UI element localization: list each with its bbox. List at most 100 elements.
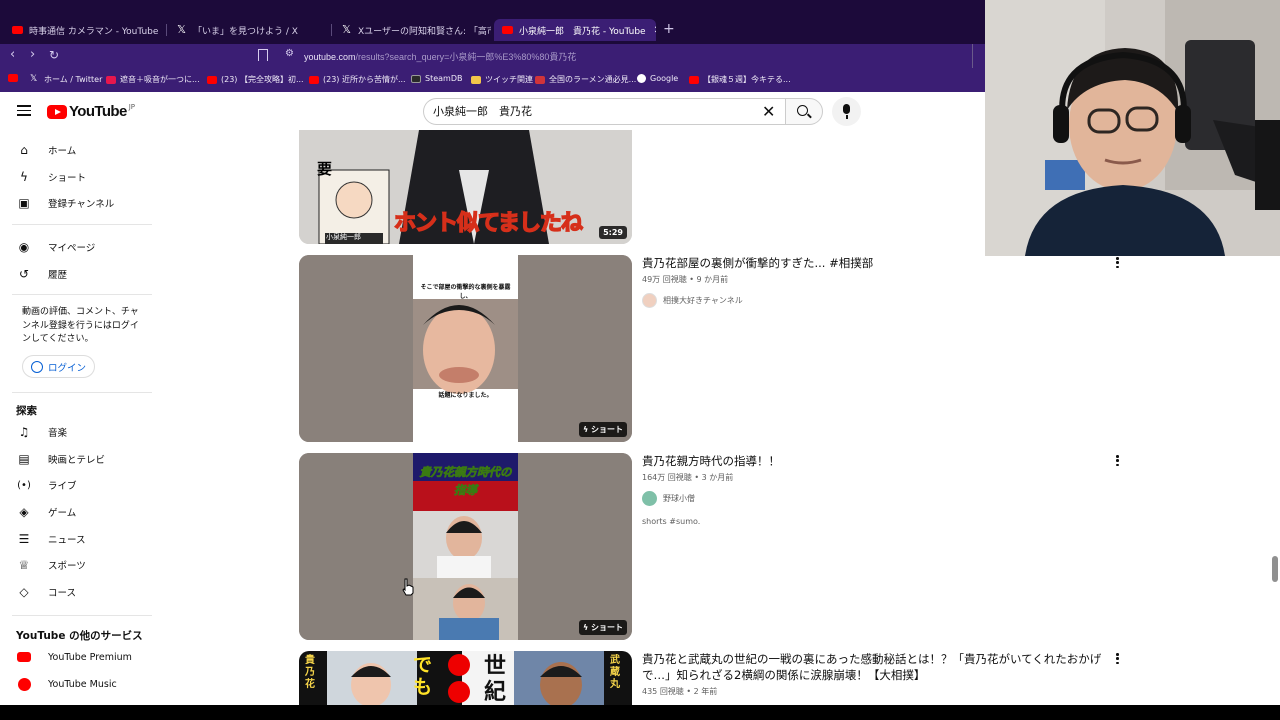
video-thumbnail[interactable]: 貴乃花親方時代の指導 ϟ ショート xyxy=(299,453,632,640)
sidebar-item-history[interactable]: ↺ 履歴 xyxy=(0,261,152,287)
taskbar-edge xyxy=(0,705,1280,720)
tab-title: 小泉純一郎 貴乃花 - YouTube xyxy=(519,26,646,37)
back-arrow-icon[interactable]: ‹ xyxy=(10,47,15,62)
clear-search-icon[interactable]: ✕ xyxy=(762,102,775,121)
video-thumbnail[interactable]: 要 小泉純一郎 ホント似てましたね 5:29 xyxy=(299,130,632,244)
view-count: 435 回視聴 xyxy=(642,687,684,696)
video-description: shorts #sumo. xyxy=(642,517,701,526)
sidebar-item-label: ホーム xyxy=(48,146,77,157)
bookmark-label: (23) 近所から苦情が... xyxy=(323,75,406,84)
sidebar-item-news[interactable]: ☰ ニュース xyxy=(0,526,152,552)
sidebar-item-label: ニュース xyxy=(48,535,86,546)
bookmark-item[interactable]: (23) 近所から苦情が... xyxy=(309,74,406,85)
sidebar-item-youtube-music[interactable]: YouTube Music xyxy=(0,671,152,697)
search-button[interactable] xyxy=(785,98,823,125)
reload-icon[interactable]: ↻ xyxy=(49,48,59,62)
sidebar-item-label: 履歴 xyxy=(48,270,68,281)
menu-icon[interactable] xyxy=(17,105,31,116)
bookmark-item[interactable] xyxy=(8,74,22,82)
sidebar-item-you[interactable]: ◉ マイページ xyxy=(0,234,152,260)
video-thumbnail[interactable]: 貴乃花 武蔵丸 でも 世紀 xyxy=(299,651,632,705)
video-title[interactable]: 貴乃花部屋の裏側が衝撃的すぎた... #相撲部 xyxy=(642,255,1102,271)
browser-tab-active[interactable]: 小泉純一郎 貴乃花 - YouTube ✕ xyxy=(494,19,656,41)
search-input[interactable] xyxy=(433,104,753,117)
shorts-badge: ϟ ショート xyxy=(578,422,627,437)
movie-icon: ▤ xyxy=(18,452,30,466)
channel-avatar xyxy=(642,293,657,308)
video-thumbnail[interactable]: そこで部屋の衝撃的な裏側を暴露し、 話題になりました。 ϟ ショート xyxy=(299,255,632,442)
sidebar-item-courses[interactable]: ◇ コース xyxy=(0,579,152,605)
sidebar-item-label: 登録チャンネル xyxy=(48,199,115,210)
url-path: /results?search_query=小泉純一郎%E3%80%80貴乃花 xyxy=(355,52,577,62)
sidebar-item-subscriptions[interactable]: ▣ 登録チャンネル xyxy=(0,190,152,216)
bookmark-item[interactable]: SteamDB xyxy=(411,74,462,83)
youtube-wordmark: YouTube xyxy=(69,103,127,120)
sidebar-item-label: YouTube Premium xyxy=(48,651,132,663)
bookmark-item[interactable]: (23) 【完全攻略】初... xyxy=(207,74,304,85)
scrollbar-thumb[interactable] xyxy=(1272,556,1278,582)
shorts-icon: ϟ xyxy=(20,170,28,184)
shop-icon xyxy=(106,75,116,84)
sidebar-item-music[interactable]: ♫ 音楽 xyxy=(0,419,152,445)
browser-tab[interactable]: 𝕏 「いま」を見つけよう / X xyxy=(168,19,330,41)
music-icon: ♫ xyxy=(18,425,30,439)
page-scrollbar[interactable] xyxy=(1270,256,1280,705)
site-info-icon[interactable]: ⚙ xyxy=(285,48,294,59)
region-label: JP xyxy=(128,103,136,111)
channel-link[interactable]: 相撲大好きチャンネル xyxy=(642,293,743,308)
channel-name: 野球小僧 xyxy=(663,494,695,503)
thumbnail-name: 貴乃花 xyxy=(305,655,315,690)
youtube-icon xyxy=(689,75,699,84)
youtube-logo[interactable]: YouTube JP xyxy=(47,103,135,120)
video-title[interactable]: 貴乃花親方時代の指導！！ xyxy=(642,453,1102,469)
upload-age: 9 か月前 xyxy=(696,275,729,284)
course-icon: ◇ xyxy=(19,585,29,599)
sidebar-item-youtube-premium[interactable]: YouTube Premium xyxy=(0,644,152,670)
video-metadata: 435 回視聴 • 2 年前 xyxy=(642,687,718,696)
browser-tab[interactable]: 𝕏 Xユーザーの阿知和賢さん: 「高市新総裁 xyxy=(333,19,491,41)
bookmark-item[interactable]: 全国のラーメン通必見... xyxy=(535,74,636,85)
history-icon: ↺ xyxy=(18,267,30,281)
sidebar-item-label: コース xyxy=(48,588,77,599)
more-options-icon[interactable] xyxy=(1116,455,1120,468)
url-host: youtube.com xyxy=(304,52,356,62)
sidebar-item-home[interactable]: ⌂ ホーム xyxy=(0,137,152,163)
trophy-icon: ♕ xyxy=(18,558,30,572)
sidebar-item-shorts[interactable]: ϟ ショート xyxy=(0,164,152,190)
screen: 時事通信 カメラマン - YouTube 𝕏 「いま」を見つけよう / X 𝕏 … xyxy=(0,0,1280,720)
sidebar-item-label: 音楽 xyxy=(48,428,68,439)
forward-arrow-icon[interactable]: › xyxy=(30,47,35,62)
bookmark-folder[interactable]: ツイッチ関連 xyxy=(471,74,533,85)
bookmark-label: 全国のラーメン通必見... xyxy=(549,75,637,84)
sidebar-item-sports[interactable]: ♕ スポーツ xyxy=(0,552,152,578)
sidebar-item-movies[interactable]: ▤ 映画とテレビ xyxy=(0,446,152,472)
browser-tab[interactable]: 時事通信 カメラマン - YouTube xyxy=(4,19,166,41)
url-field[interactable]: youtube.com/results?search_query=小泉純一郎%E… xyxy=(304,50,576,63)
x-favicon-icon: 𝕏 xyxy=(177,23,186,36)
sidebar-item-gaming[interactable]: ◈ ゲーム xyxy=(0,499,152,525)
channel-link[interactable]: 野球小僧 xyxy=(642,491,695,506)
channel-name: 相撲大好きチャンネル xyxy=(663,296,743,305)
thumbnail-text: 話題になりました。 xyxy=(438,392,493,399)
close-tab-icon[interactable]: ✕ xyxy=(654,25,656,36)
tab-title: Xユーザーの阿知和賢さん: 「高市新総裁 xyxy=(358,26,491,37)
bookmark-item[interactable]: 遮音＋吸音が一つに... xyxy=(106,74,200,85)
duration-badge: 5:29 xyxy=(599,226,627,239)
sidebar-item-live[interactable]: (•) ライブ xyxy=(0,472,152,498)
video-title[interactable]: 貴乃花と武蔵丸の世紀の一戦の裏にあった感動秘話とは！？「貴乃花がいてくれたおかげ… xyxy=(642,651,1102,683)
login-button[interactable]: ログイン xyxy=(22,355,95,378)
thumbnail-badge-text: 要 xyxy=(317,160,333,178)
bookmark-icon[interactable] xyxy=(258,49,268,61)
bookmark-item[interactable]: 𝕏 ホーム / Twitter xyxy=(30,74,102,85)
user-icon: ◉ xyxy=(18,240,30,254)
tab-title: 「いま」を見つけよう / X xyxy=(193,26,298,37)
login-label: ログイン xyxy=(48,362,87,374)
bookmark-item[interactable]: Google xyxy=(637,74,678,83)
new-tab-icon[interactable]: + xyxy=(663,21,675,37)
youtube-icon xyxy=(207,75,217,84)
voice-search-button[interactable] xyxy=(832,97,861,126)
more-options-icon[interactable] xyxy=(1116,653,1120,666)
more-options-icon[interactable] xyxy=(1116,257,1120,270)
bookmark-item[interactable]: 【銀魂５週】今キテる... xyxy=(689,74,791,85)
sidebar-item-label: スポーツ xyxy=(48,561,86,572)
